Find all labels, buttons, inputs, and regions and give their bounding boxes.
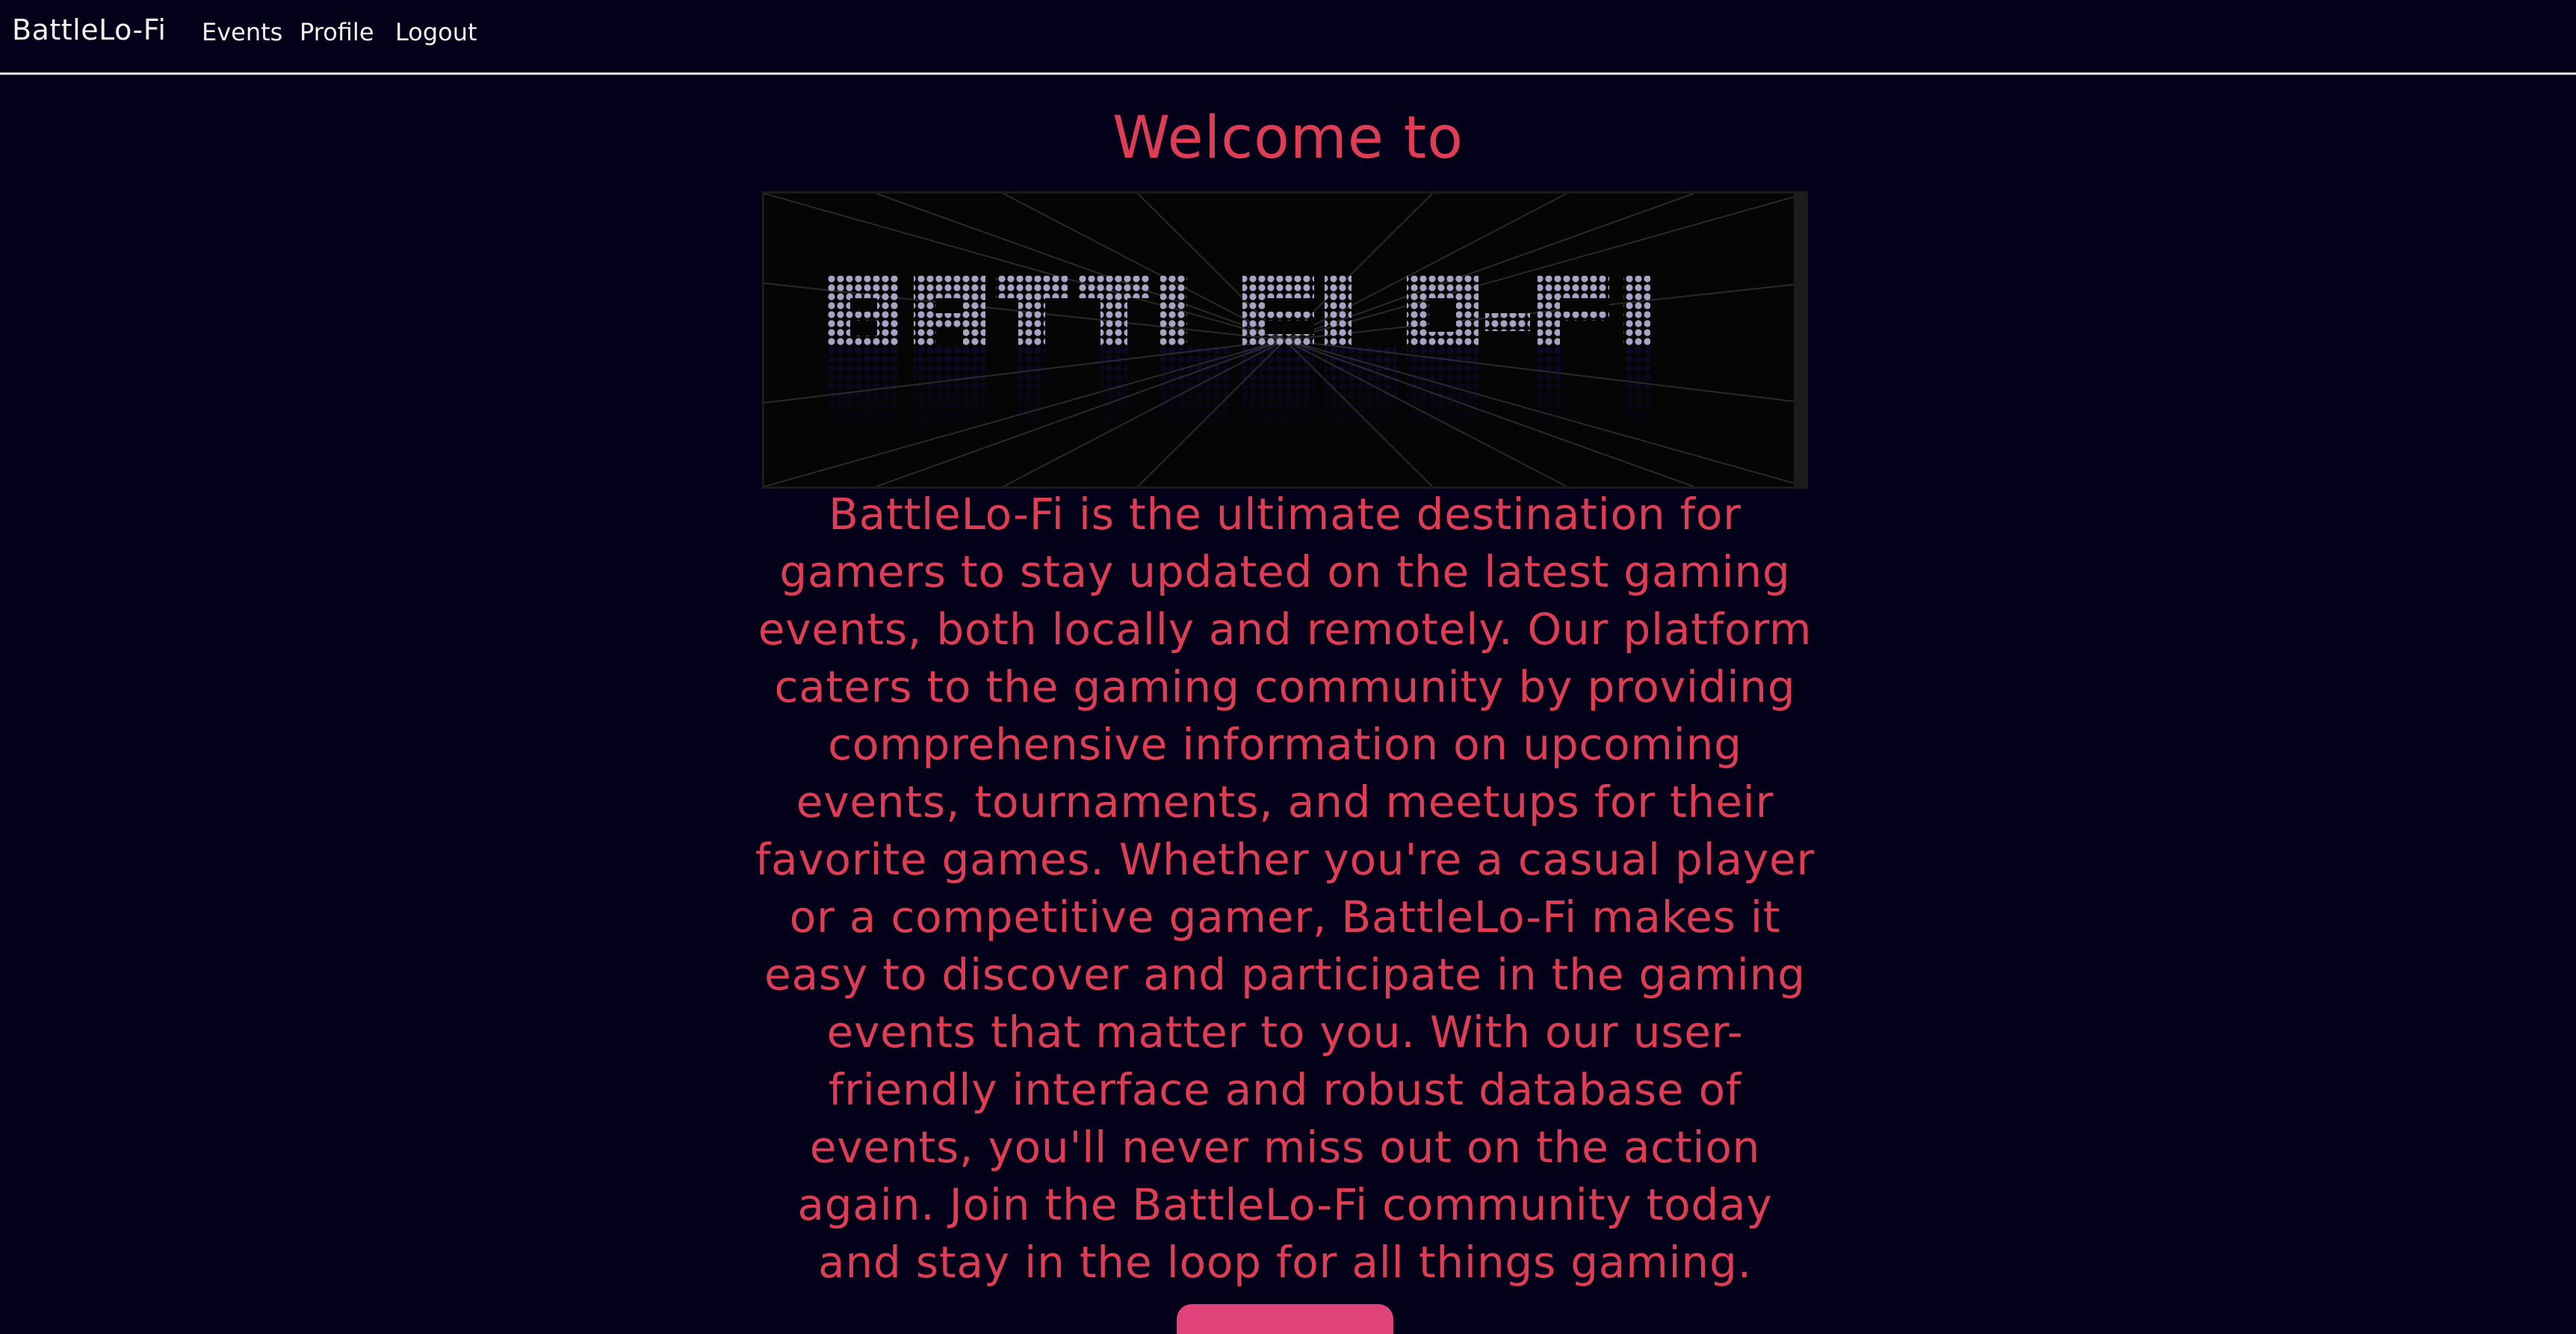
nav-link-events[interactable]: Events xyxy=(202,18,282,46)
cta-button[interactable] xyxy=(1177,1304,1393,1334)
main-content: Welcome to BattleLo-Fi is the ultimate d… xyxy=(0,75,2576,1334)
top-navbar: BattleLo-Fi Events Profile Logout xyxy=(0,0,2576,75)
battlelofi-logo-image xyxy=(762,191,1808,489)
welcome-heading: Welcome to xyxy=(1112,105,1464,172)
about-description: BattleLo-Fi is the ultimate destination … xyxy=(755,489,1815,1288)
nav-link-logout[interactable]: Logout xyxy=(395,18,477,46)
nav-link-profile[interactable]: Profile xyxy=(300,18,374,46)
brand-link[interactable]: BattleLo-Fi xyxy=(12,13,166,46)
